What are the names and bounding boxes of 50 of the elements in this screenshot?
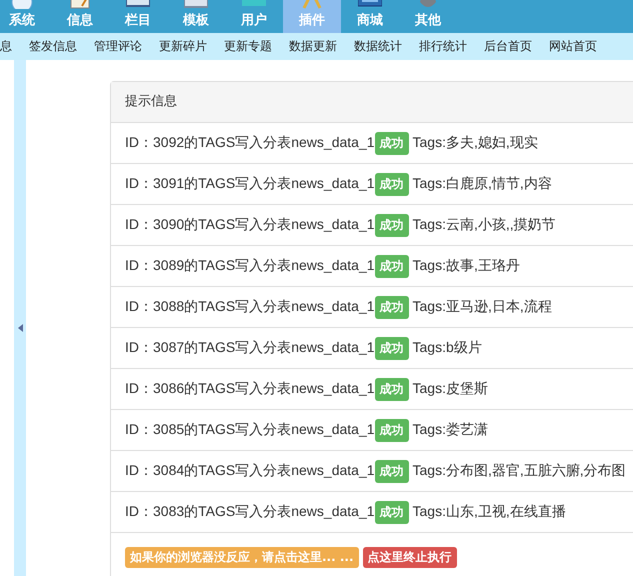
sub-nav-link[interactable]: 数据统计 (354, 38, 402, 55)
tags-text: Tags:分布图,器官,五脏六腑,分布图 (412, 462, 626, 480)
panel-title: 提示信息 (111, 82, 633, 123)
sub-nav-link[interactable]: 网站首页 (549, 38, 597, 55)
sub-nav-link[interactable]: 排行统计 (419, 38, 467, 55)
nav-icon (126, 0, 150, 9)
log-text: ID：3089的TAGS写入分表news_data_1 (125, 257, 375, 275)
sub-nav-link[interactable]: 签发信息 (29, 38, 77, 55)
nav-icon (10, 0, 34, 9)
log-text: ID：3086的TAGS写入分表news_data_1 (125, 380, 375, 398)
sub-nav-link[interactable]: 数据更新 (289, 38, 337, 55)
status-badge: 成功 (374, 214, 409, 236)
tags-text: Tags:山东,卫视,在线直播 (412, 503, 566, 521)
log-text: ID：3088的TAGS写入分表news_data_1 (125, 298, 375, 316)
log-text: ID：3085的TAGS写入分表news_data_1 (125, 421, 375, 439)
tags-text: Tags:b级片 (412, 339, 482, 357)
nav-icon (300, 0, 324, 9)
status-badge: 成功 (374, 500, 409, 524)
tags-text: Tags:亚马逊,日本,流程 (412, 298, 552, 316)
log-text: ID：3084的TAGS写入分表news_data_1 (125, 462, 375, 480)
status-badge: 成功 (374, 296, 409, 318)
tags-text: Tags:故事,王珞丹 (412, 257, 520, 275)
log-text: ID：3092的TAGS写入分表news_data_1 (125, 134, 375, 152)
sub-nav-link[interactable]: 更新专题 (224, 38, 272, 55)
nav-icon (68, 0, 92, 9)
tags-text: Tags:云南,小孩,,摸奶节 (412, 216, 556, 234)
nav-icon (358, 0, 382, 9)
status-badge: 成功 (374, 336, 409, 360)
tags-text: Tags:娄艺潇 (412, 421, 488, 439)
status-badge: 成功 (374, 378, 409, 400)
status-badge: 成功 (374, 132, 409, 154)
tags-text: Tags:皮堡斯 (412, 380, 488, 398)
log-text: ID：3091的TAGS写入分表news_data_1 (125, 175, 375, 193)
nav-icon (242, 0, 266, 9)
collapse-arrow-icon[interactable] (18, 324, 22, 332)
log-text: ID：3087的TAGS写入分表news_data_1 (125, 339, 375, 357)
nav-icon (184, 0, 208, 9)
status-badge: 成功 (374, 254, 409, 278)
sub-nav-link[interactable]: 更新碎片 (159, 38, 207, 55)
tags-text: Tags:多夫,媳妇,现实 (412, 134, 538, 152)
log-text: ID：3083的TAGS写入分表news_data_1 (125, 503, 375, 521)
status-badge: 成功 (374, 460, 409, 482)
status-badge: 成功 (374, 172, 409, 196)
sub-nav-link[interactable]: 管理评论 (94, 38, 142, 55)
sub-nav-link[interactable]: 息 (0, 38, 12, 55)
status-badge: 成功 (374, 418, 409, 442)
stop-button[interactable]: 点这里终止执行 (362, 547, 457, 568)
tags-text: Tags:白鹿原,情节,内容 (412, 175, 552, 193)
sub-nav-link[interactable]: 后台首页 (484, 38, 532, 55)
log-text: ID：3090的TAGS写入分表news_data_1 (125, 216, 375, 234)
